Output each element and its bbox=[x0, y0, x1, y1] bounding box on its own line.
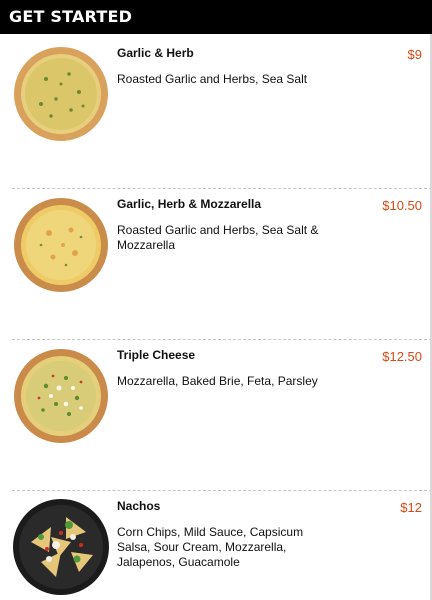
menu-item-nachos[interactable]: Nachos $12 Corn Chips, Mild Sauce, Capsi… bbox=[0, 491, 432, 600]
item-price: $12.50 bbox=[382, 349, 422, 364]
item-name: Garlic & Herb bbox=[117, 46, 194, 60]
nachos-icon bbox=[13, 499, 109, 595]
triple-cheese-pizza-icon bbox=[14, 349, 108, 443]
menu-item-garlic-herb-mozzarella[interactable]: Garlic, Herb & Mozzarella $10.50 Roasted… bbox=[0, 189, 432, 340]
section-title: GET STARTED bbox=[9, 7, 133, 26]
item-description: Corn Chips, Mild Sauce, Capsicum Salsa, … bbox=[117, 525, 304, 569]
item-description: Roasted Garlic and Herbs, Sea Salt & Moz… bbox=[117, 223, 319, 252]
item-price: $12 bbox=[400, 500, 422, 515]
garlic-herb-mozzarella-pizza-icon bbox=[14, 198, 108, 292]
item-name: Triple Cheese bbox=[117, 348, 196, 362]
item-description: Mozzarella, Baked Brie, Feta, Parsley bbox=[117, 374, 318, 388]
item-name: Garlic, Herb & Mozzarella bbox=[117, 197, 262, 211]
item-price: $9 bbox=[407, 47, 422, 62]
garlic-herb-pizza-icon bbox=[14, 47, 108, 141]
menu-item-triple-cheese[interactable]: Triple Cheese $12.50 Mozzarella, Baked B… bbox=[0, 340, 432, 491]
item-description: Roasted Garlic and Herbs, Sea Salt bbox=[117, 72, 308, 86]
menu-item-garlic-herb[interactable]: Garlic & Herb $9 Roasted Garlic and Herb… bbox=[0, 38, 432, 189]
item-price: $10.50 bbox=[382, 198, 422, 213]
item-name: Nachos bbox=[117, 499, 161, 513]
section-header: GET STARTED bbox=[0, 0, 432, 34]
